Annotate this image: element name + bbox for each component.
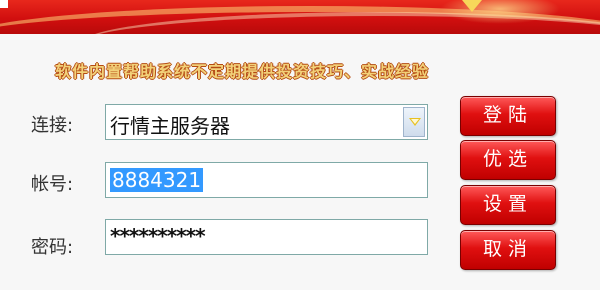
cancel-button[interactable]: 取消 [460,230,556,270]
server-label: 连接: [31,115,74,136]
account-value: 8884321 [110,168,204,192]
server-select[interactable]: 行情主服务器 [105,104,428,140]
preferences-button[interactable]: 优选 [460,140,556,180]
header-banner [0,0,600,34]
banner-ribbon-icon [462,0,482,12]
password-label: 密码: [31,237,74,258]
server-value: 行情主服务器 [110,114,230,138]
account-field[interactable]: 8884321 [105,162,428,198]
dropdown-button[interactable] [403,107,425,137]
login-button[interactable]: 登陆 [460,96,556,136]
chevron-down-icon [409,118,421,126]
settings-button[interactable]: 设置 [460,185,556,225]
password-field[interactable]: ********** [105,219,428,255]
window-corner [0,0,8,8]
banner-glow [440,0,560,24]
account-label: 帐号: [31,174,74,195]
tagline: 软件内置帮助系统不定期提供投资技巧、实战经验 [55,62,430,81]
password-value: ********** [110,224,206,248]
